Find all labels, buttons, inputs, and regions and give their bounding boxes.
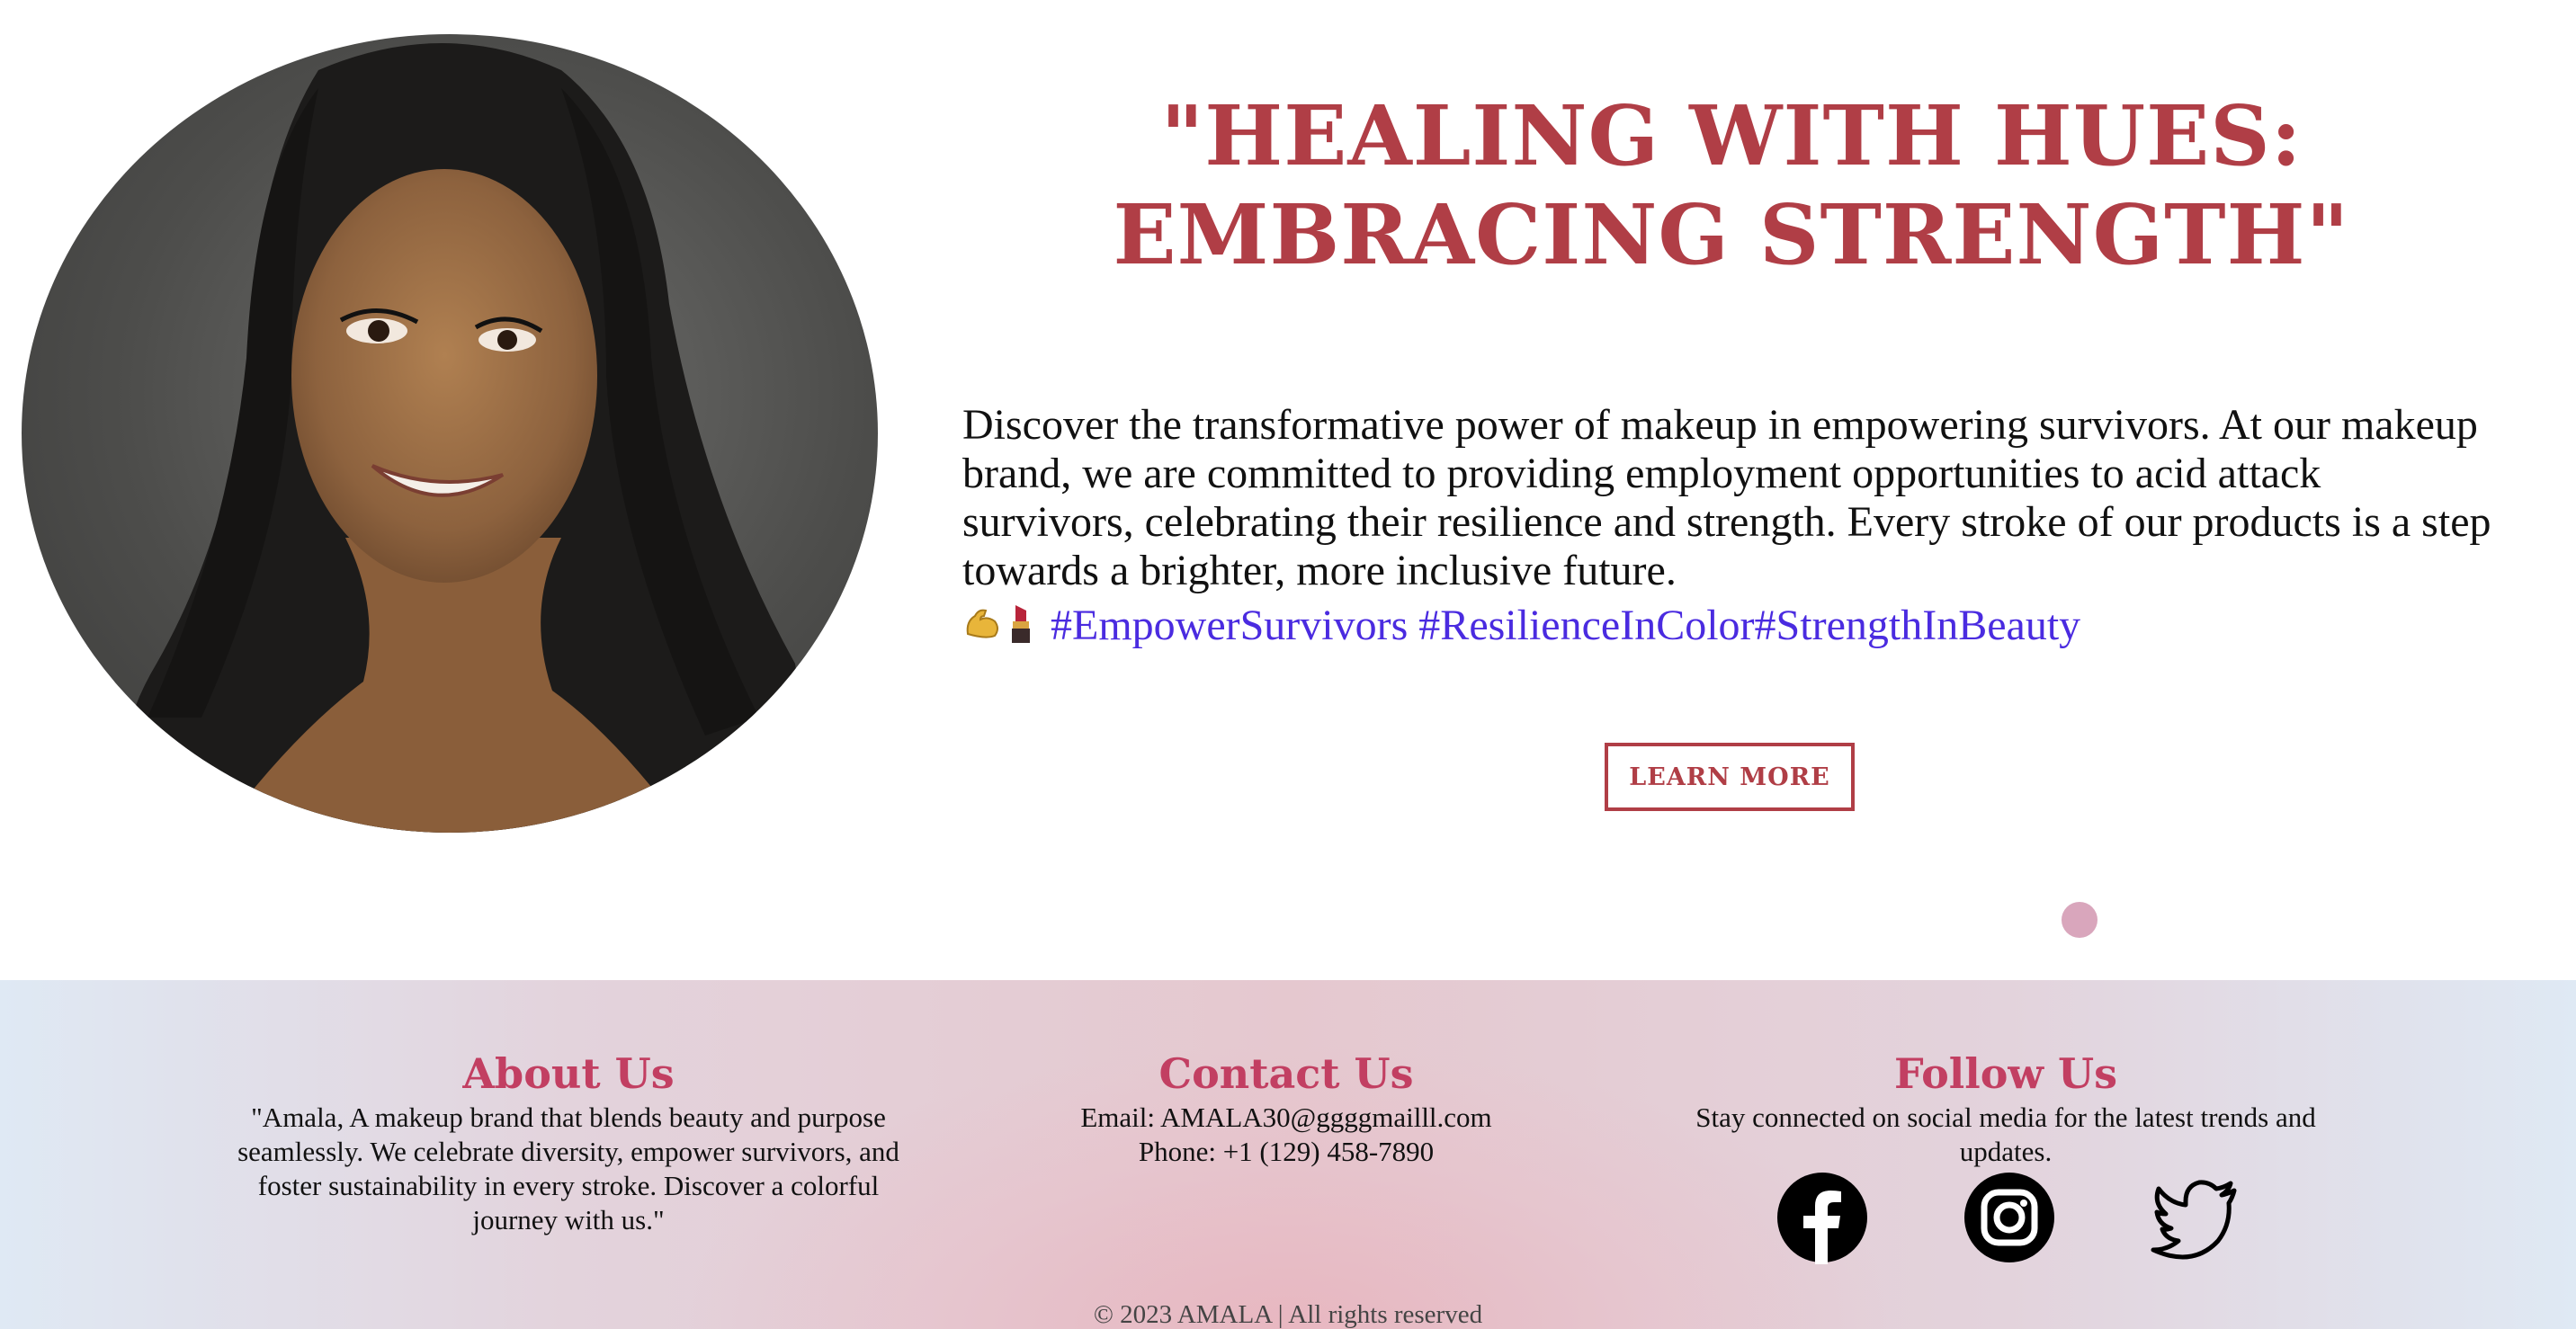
about-text: "Amala, A makeup brand that blends beaut… — [237, 1102, 899, 1235]
hero-headline-line1: "HEALING WITH HUES: — [1160, 87, 2303, 184]
facebook-icon[interactable] — [1775, 1171, 1869, 1264]
instagram-icon[interactable] — [1963, 1171, 2056, 1264]
hashtag-line: #EmpowerSurvivors #ResilienceInColor#Str… — [962, 601, 2491, 656]
learn-more-button[interactable]: LEARN MORE — [1605, 743, 1855, 811]
hero-section: "HEALING WITH HUES: EMBRACING STRENGTH" … — [0, 0, 2576, 980]
hero-headline: "HEALING WITH HUES: EMBRACING STRENGTH" — [1043, 86, 2419, 284]
follow-title: Follow Us — [1893, 1049, 2118, 1098]
hashtag-strength-in-beauty[interactable]: #StrengthInBeauty — [1755, 602, 2081, 649]
contact-title: Contact Us — [1158, 1049, 1414, 1098]
contact-phone[interactable]: Phone: +1 (129) 458-7890 — [1139, 1136, 1434, 1167]
twitter-icon[interactable] — [2150, 1171, 2243, 1264]
portrait-illustration — [121, 43, 799, 833]
about-title: About Us — [462, 1049, 675, 1098]
hashtag-empower-survivors[interactable]: #EmpowerSurvivors — [1051, 602, 1408, 649]
contact-email[interactable]: Email: AMALA30@ggggmailll.com — [1080, 1102, 1491, 1133]
lipstick-icon — [1007, 602, 1034, 656]
flexed-biceps-icon — [962, 603, 1002, 655]
hero-description: Discover the transformative power of mak… — [962, 401, 2491, 594]
portrait-image — [22, 34, 878, 833]
hashtag-resilience-in-color[interactable]: #ResilienceInColor — [1418, 602, 1754, 649]
copyright-text: © 2023 AMALA | All rights reserved — [1093, 1300, 1483, 1329]
follow-text: Stay connected on social media for the l… — [1695, 1102, 2316, 1167]
hero-headline-line2: EMBRACING STRENGTH" — [1113, 186, 2350, 283]
contact-details: Email: AMALA30@ggggmailll.com Phone: +1 … — [1016, 1101, 1556, 1169]
slider-dot[interactable] — [2062, 902, 2097, 938]
footer: About Us "Amala, A makeup brand that ble… — [0, 980, 2576, 1329]
